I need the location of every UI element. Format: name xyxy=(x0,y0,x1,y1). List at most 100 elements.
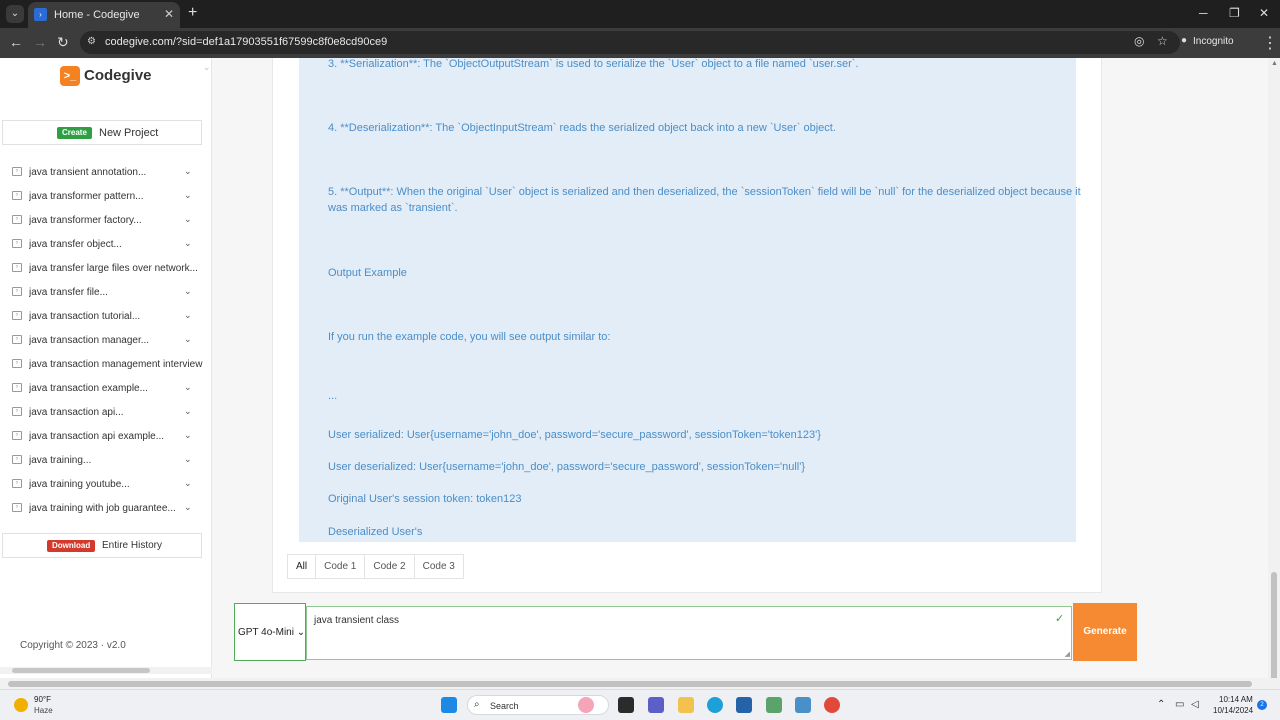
site-info-icon[interactable]: ⚙ xyxy=(87,36,96,47)
chevron-down-icon[interactable]: ⌄ xyxy=(184,310,192,321)
page-hscroll-thumb[interactable] xyxy=(8,681,1252,687)
chevron-down-icon: ⌄ xyxy=(296,627,306,638)
sidebar-history-item[interactable]: › java training with job guarantee... ⌄ xyxy=(10,495,202,519)
sidebar-history-item[interactable]: › java transaction management interview xyxy=(10,351,202,375)
back-icon[interactable]: ← xyxy=(9,34,23,50)
sidebar-history-item[interactable]: › java transient annotation... ⌄ xyxy=(10,159,202,183)
resize-grip-icon[interactable]: ◢ xyxy=(1065,650,1070,658)
brand-name: Codegive xyxy=(84,67,152,84)
chevron-down-icon[interactable]: ⌄ xyxy=(184,382,192,393)
main-content: 3. **Serialization**: The `ObjectOutputS… xyxy=(212,58,1268,678)
sidebar-history-item[interactable]: › java transaction tutorial... ⌄ xyxy=(10,303,202,327)
remote-desktop-icon[interactable] xyxy=(795,697,811,713)
browser-tab[interactable]: › Home - Codegive ✕ xyxy=(28,2,180,28)
tab-close-icon[interactable]: ✕ xyxy=(164,7,174,21)
clock-time[interactable]: 10:14 AM xyxy=(1219,695,1253,704)
browser-menu-icon[interactable]: ⋮ xyxy=(1262,33,1278,53)
sidebar-horizontal-scrollbar[interactable] xyxy=(0,667,212,674)
scroll-up-icon[interactable]: ▲ xyxy=(1271,60,1278,67)
chevron-down-icon[interactable]: ⌄ xyxy=(184,286,192,297)
copyright-text: Copyright © 2023 · v2.0 xyxy=(20,640,126,651)
prompt-doc-icon: › xyxy=(12,359,22,368)
edge-browser-icon[interactable] xyxy=(707,697,723,713)
chevron-down-icon[interactable]: ⌄ xyxy=(184,214,192,225)
reload-icon[interactable]: ↻ xyxy=(57,34,69,51)
sidebar-history-item[interactable]: › java training... ⌄ xyxy=(10,447,202,471)
sidebar-history-item[interactable]: › java transfer object... ⌄ xyxy=(10,231,202,255)
sidebar-history-item[interactable]: › java training youtube... ⌄ xyxy=(10,471,202,495)
codegive-favicon-icon: › xyxy=(34,8,47,21)
sidebar-history-item[interactable]: › java transformer pattern... ⌄ xyxy=(10,183,202,207)
network-icon[interactable]: ▭ xyxy=(1175,699,1184,710)
minimize-icon[interactable]: ─ xyxy=(1199,6,1208,20)
windows-taskbar: 90°F Haze ⌕ Search ⌃ ▭ ◁ 10:14 AM 10/14/… xyxy=(0,689,1280,720)
chrome-icon[interactable] xyxy=(824,697,840,713)
widgets-icon[interactable] xyxy=(578,697,594,713)
teams-chat-icon[interactable] xyxy=(648,697,664,713)
response-paragraph: 3. **Serialization**: The `ObjectOutputS… xyxy=(328,58,859,70)
tab-all[interactable]: All xyxy=(288,555,317,578)
chevron-down-icon[interactable]: ⌄ xyxy=(184,238,192,249)
new-project-button[interactable]: Create New Project xyxy=(2,120,202,145)
sidebar-history-item[interactable]: › java transaction example... ⌄ xyxy=(10,375,202,399)
chevron-down-icon[interactable]: ⌄ xyxy=(184,478,192,489)
sidebar-history-item[interactable]: › java transformer factory... ⌄ xyxy=(10,207,202,231)
scroll-up-arrow-icon[interactable]: ⌄ xyxy=(203,62,211,73)
sidebar-history-item[interactable]: › java transaction api... ⌄ xyxy=(10,399,202,423)
incognito-label[interactable]: Incognito xyxy=(1193,36,1234,47)
new-tab-icon[interactable]: + xyxy=(188,4,197,22)
output-line: User serialized: User{username='john_doe… xyxy=(328,429,821,441)
weather-temperature[interactable]: 90°F xyxy=(34,695,51,704)
sidebar-history-item[interactable]: › java transaction api example... ⌄ xyxy=(10,423,202,447)
prompt-input[interactable]: java transient class ✓ ◢ xyxy=(306,606,1072,660)
sidebar-scroll-thumb[interactable] xyxy=(12,668,150,673)
prompt-doc-icon: › xyxy=(12,455,22,464)
generate-button[interactable]: Generate xyxy=(1073,603,1137,661)
tray-chevron-up-icon[interactable]: ⌃ xyxy=(1157,699,1165,710)
page-vertical-scrollbar[interactable]: ▲ xyxy=(1268,58,1280,720)
notepad-app-icon[interactable] xyxy=(766,697,782,713)
sidebar-history-label: java transaction tutorial... xyxy=(29,311,141,322)
chevron-down-icon[interactable]: ⌄ xyxy=(184,430,192,441)
prompt-doc-icon: › xyxy=(12,287,22,296)
task-view-icon[interactable] xyxy=(618,697,634,713)
eye-off-icon[interactable]: ◎ xyxy=(1134,34,1144,48)
clock-date[interactable]: 10/14/2024 xyxy=(1213,706,1253,715)
bookmark-star-icon[interactable]: ☆ xyxy=(1157,34,1168,48)
chevron-down-icon[interactable]: ⌄ xyxy=(184,502,192,513)
tab-title: Home - Codegive xyxy=(54,9,140,21)
sidebar-history-item[interactable]: › java transaction manager... ⌄ xyxy=(10,327,202,351)
download-history-button[interactable]: Download Entire History xyxy=(2,533,202,558)
notification-badge[interactable]: 2 xyxy=(1257,700,1267,710)
sidebar-history-label: java transaction management interview xyxy=(29,359,203,370)
tab-search-button[interactable]: ⌄ xyxy=(6,5,24,23)
weather-sun-icon[interactable] xyxy=(14,698,28,712)
forward-icon[interactable]: → xyxy=(33,34,47,50)
tab-code-1[interactable]: Code 1 xyxy=(316,555,366,578)
sidebar-history-label: java transfer file... xyxy=(29,287,108,298)
sidebar-history-item[interactable]: › java transfer large files over network.… xyxy=(10,255,202,279)
chevron-down-icon[interactable]: ⌄ xyxy=(184,406,192,417)
tab-code-2[interactable]: Code 2 xyxy=(365,555,415,578)
weather-condition[interactable]: Haze xyxy=(34,706,53,715)
search-icon: ⌕ xyxy=(474,699,480,710)
window-close-icon[interactable]: ✕ xyxy=(1259,6,1269,20)
chevron-down-icon[interactable]: ⌄ xyxy=(184,334,192,345)
chevron-down-icon[interactable]: ⌄ xyxy=(184,190,192,201)
chevron-down-icon[interactable]: ⌄ xyxy=(184,454,192,465)
chevron-down-icon[interactable]: ⌄ xyxy=(184,166,192,177)
url-text[interactable]: codegive.com/?sid=def1a17903551f67599c8f… xyxy=(105,36,387,48)
file-explorer-icon[interactable] xyxy=(678,697,694,713)
page-horizontal-scrollbar[interactable] xyxy=(0,678,1280,689)
volume-icon[interactable]: ◁ xyxy=(1191,699,1199,710)
prompt-input-value[interactable]: java transient class xyxy=(314,615,399,626)
sidebar-history-item[interactable]: › java transfer file... ⌄ xyxy=(10,279,202,303)
tab-code-3[interactable]: Code 3 xyxy=(415,555,463,578)
restore-icon[interactable]: ❐ xyxy=(1229,6,1240,20)
response-text-selection[interactable]: 3. **Serialization**: The `ObjectOutputS… xyxy=(299,58,1081,542)
model-select[interactable]: GPT 4o-Mini ⌄ xyxy=(234,603,306,661)
windows-start-icon[interactable] xyxy=(441,697,457,713)
address-bar[interactable]: ⚙ codegive.com/?sid=def1a17903551f67599c… xyxy=(80,31,1180,54)
microsoft-store-icon[interactable] xyxy=(736,697,752,713)
sidebar-history-label: java transaction manager... xyxy=(29,335,150,346)
